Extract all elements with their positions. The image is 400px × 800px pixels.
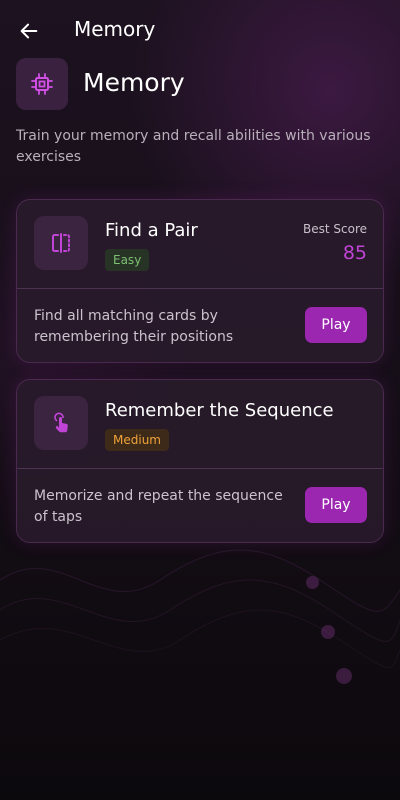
best-score-value: 85 <box>342 242 367 264</box>
chip-icon <box>31 73 53 95</box>
split-cards-icon <box>52 233 70 253</box>
game-title: Find a Pair <box>105 220 198 241</box>
category-icon-box <box>16 58 68 110</box>
game-description: Memorize and repeat the sequence of taps <box>34 488 283 525</box>
game-title: Remember the Sequence <box>105 400 334 421</box>
top-app-bar: Memory <box>0 0 400 60</box>
decorative-bubble <box>306 576 319 589</box>
difficulty-badge: Medium <box>105 429 169 451</box>
play-button[interactable]: Play <box>305 487 367 523</box>
game-card-remember-the-sequence[interactable]: Remember the Sequence Medium Memorize an… <box>16 379 384 543</box>
card-divider <box>17 288 383 289</box>
arrow-left-icon <box>20 23 38 39</box>
tap-finger-icon <box>54 412 68 433</box>
game-icon-box <box>34 216 88 270</box>
game-description: Find all matching cards by remembering t… <box>34 308 234 345</box>
category-title: Memory <box>83 68 185 97</box>
game-icon-box <box>34 396 88 450</box>
decorative-bubble <box>321 625 335 639</box>
page-title: Memory <box>74 17 156 41</box>
category-description: Train your memory and recall abilities w… <box>16 128 371 165</box>
play-button[interactable]: Play <box>305 307 367 343</box>
decorative-bubble <box>336 668 352 684</box>
game-card-find-a-pair[interactable]: Find a Pair Easy Best Score 85 Find all … <box>16 199 384 363</box>
back-button[interactable] <box>12 14 46 48</box>
difficulty-badge: Easy <box>105 249 150 271</box>
background-wave-decoration <box>0 549 400 668</box>
best-score-label: Best Score <box>303 222 367 236</box>
card-divider <box>17 468 383 469</box>
